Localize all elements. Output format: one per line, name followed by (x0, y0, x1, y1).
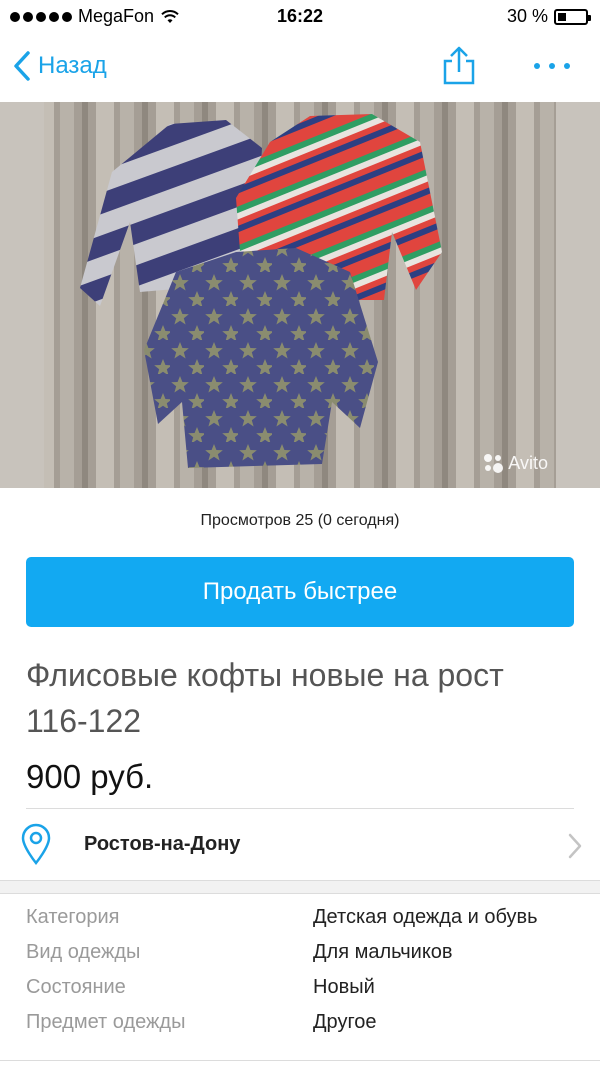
photo-illustration (0, 102, 600, 488)
listing-photo[interactable]: Avito (0, 102, 600, 488)
param-row-category: Категория Детская одежда и обувь (26, 906, 586, 941)
share-icon[interactable] (440, 46, 478, 86)
location-row[interactable]: Ростов-на-Дону (0, 809, 600, 881)
listing-price: 900 руб. (26, 758, 154, 795)
chevron-left-icon (14, 51, 30, 81)
param-value: Для мальчиков (313, 941, 453, 963)
back-label: Назад (38, 52, 107, 79)
param-row-condition: Состояние Новый (26, 976, 586, 1011)
views-counter: Просмотров 25 (0 сегодня) (200, 512, 400, 529)
param-key: Вид одежды (26, 941, 141, 963)
param-row-clothing-type: Вид одежды Для мальчиков (26, 941, 586, 976)
param-value: Другое (313, 1011, 377, 1033)
status-right: 30 % (506, 6, 591, 27)
section-separator (0, 880, 600, 894)
listing-title: Флисовые кофты новые на рост 116-122 (26, 657, 504, 739)
avito-logo-icon (484, 454, 504, 473)
chevron-right-icon (568, 833, 582, 859)
param-key: Категория (26, 906, 120, 928)
param-key: Предмет одежды (26, 1011, 186, 1033)
battery-icon (554, 8, 591, 25)
more-icon[interactable] (533, 48, 573, 84)
param-key: Состояние (26, 976, 126, 998)
parameters-list: Категория Детская одежда и обувь Вид оде… (26, 906, 586, 1046)
battery-percent: 30 % (506, 6, 548, 26)
watermark: Avito (482, 452, 548, 474)
sell-faster-button[interactable]: Продать быстрее (26, 557, 574, 627)
param-row-item: Предмет одежды Другое (26, 1011, 586, 1046)
location-city: Ростов-на-Дону (84, 833, 241, 855)
navigation-bar: Назад (0, 34, 600, 103)
location-pin-icon (21, 823, 51, 865)
param-value: Новый (313, 976, 375, 998)
status-bar: MegaFon 16:22 30 % (0, 0, 600, 34)
param-value: Детская одежда и обувь (313, 906, 538, 928)
back-button[interactable]: Назад (12, 50, 107, 82)
watermark-text: Avito (508, 452, 548, 473)
divider (0, 1060, 600, 1061)
